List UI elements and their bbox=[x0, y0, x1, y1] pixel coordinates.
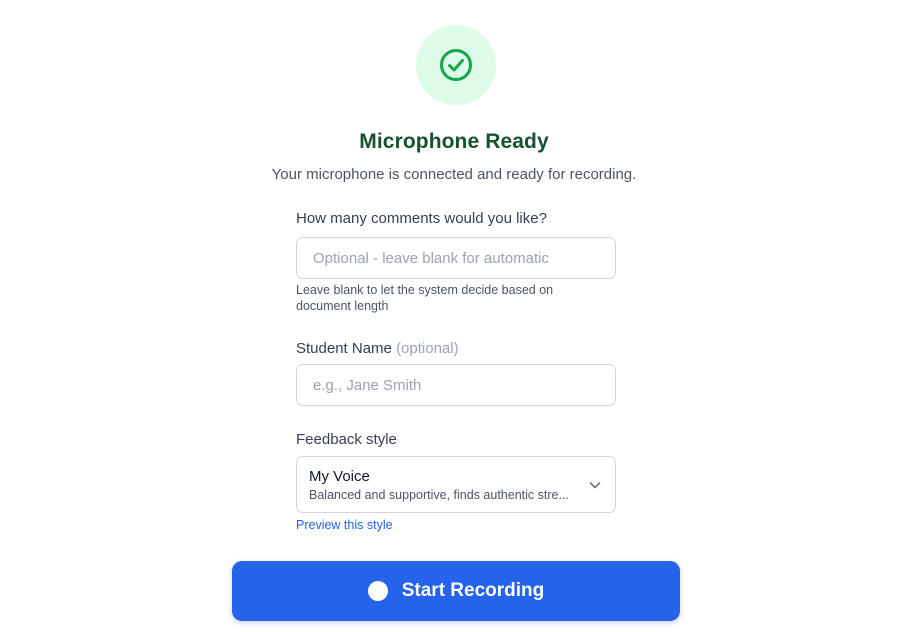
preview-style-link[interactable]: Preview this style bbox=[296, 518, 393, 532]
feedback-style-selected: My Voice bbox=[309, 468, 370, 485]
feedback-style-description: Balanced and supportive, finds authentic… bbox=[309, 488, 569, 502]
student-name-label: Student Name (optional) bbox=[296, 340, 459, 357]
comments-count-hint: Leave blank to let the system decide bas… bbox=[296, 283, 554, 313]
status-title: Microphone Ready bbox=[359, 130, 549, 153]
record-dot-icon bbox=[367, 581, 388, 601]
status-message: Your microphone is connected and ready f… bbox=[271, 166, 637, 183]
status-icon-circle bbox=[416, 25, 496, 105]
feedback-style-label: Feedback style bbox=[296, 431, 397, 448]
comments-count-label: How many comments would you like? bbox=[296, 210, 547, 227]
student-name-input[interactable] bbox=[296, 364, 616, 406]
student-name-label-text: Student Name bbox=[296, 340, 392, 357]
comments-count-input[interactable] bbox=[296, 237, 616, 279]
optional-tag: (optional) bbox=[396, 340, 459, 357]
check-circle-icon bbox=[440, 49, 472, 81]
feedback-style-select[interactable]: My Voice Balanced and supportive, finds … bbox=[296, 456, 616, 513]
microphone-setup-page: Microphone Ready Your microphone is conn… bbox=[0, 0, 908, 632]
start-recording-label: Start Recording bbox=[401, 580, 545, 601]
start-recording-button[interactable]: Start Recording bbox=[232, 561, 680, 621]
chevron-down-icon bbox=[589, 482, 601, 489]
